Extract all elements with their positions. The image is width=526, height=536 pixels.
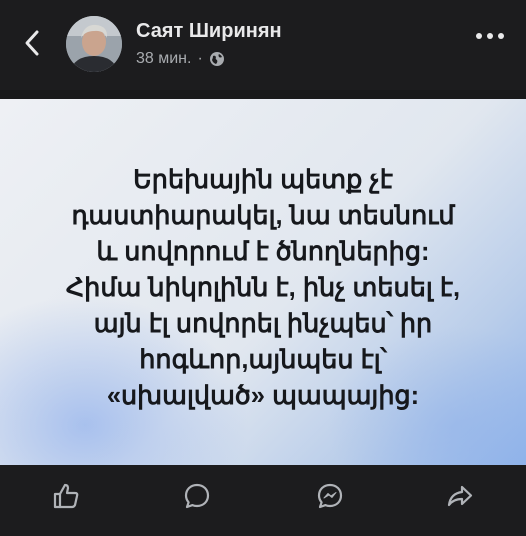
globe-icon — [209, 51, 225, 67]
post-text-line: հոգևոր,այնպես էլ՝ — [139, 346, 387, 374]
avatar[interactable] — [66, 16, 122, 72]
post-image[interactable]: Երեխային պետք չէ դաստիարակել, նա տեսնում… — [0, 99, 526, 465]
more-horizontal-icon — [476, 33, 482, 39]
like-button[interactable] — [51, 481, 81, 511]
comment-icon — [184, 483, 210, 509]
chevron-left-icon — [25, 30, 39, 56]
thumbs-up-icon — [53, 483, 79, 509]
post-text-line: և սովորում է ծնողներից: — [96, 238, 430, 266]
share-icon — [447, 485, 473, 507]
messenger-icon — [317, 483, 343, 509]
post-text-line: դաստիարակել, նա տեսնում — [71, 202, 455, 230]
post-screen: Саят Ширинян 38 мин. · Երեխային պետք չէ … — [0, 0, 526, 536]
post-meta: 38 мин. · — [136, 50, 225, 68]
post-header: Саят Ширинян 38 мин. · — [0, 0, 526, 90]
action-bar — [0, 465, 526, 536]
post-text: Երեխային պետք չէ դաստիարակել, նա տեսնում… — [0, 162, 526, 414]
post-text-line: Հիմա նիկոլինն է, ինչ տեսել է, — [65, 274, 461, 302]
back-button[interactable] — [18, 28, 48, 58]
post-timestamp: 38 мин. — [136, 50, 192, 67]
meta-separator: · — [197, 50, 203, 67]
comment-button[interactable] — [182, 481, 212, 511]
post-text-line: այն էլ սովորել ինչպես՝ իր — [93, 310, 433, 338]
more-dot — [487, 33, 493, 39]
send-in-messenger-button[interactable] — [315, 481, 345, 511]
post-text-line: Երեխային պետք չէ — [133, 166, 393, 194]
share-button[interactable] — [445, 481, 475, 511]
post-text-line: «սխալված» պապայից: — [106, 382, 420, 410]
more-dot — [498, 33, 504, 39]
author-name[interactable]: Саят Ширинян — [136, 20, 282, 43]
more-options-button[interactable] — [476, 33, 504, 39]
